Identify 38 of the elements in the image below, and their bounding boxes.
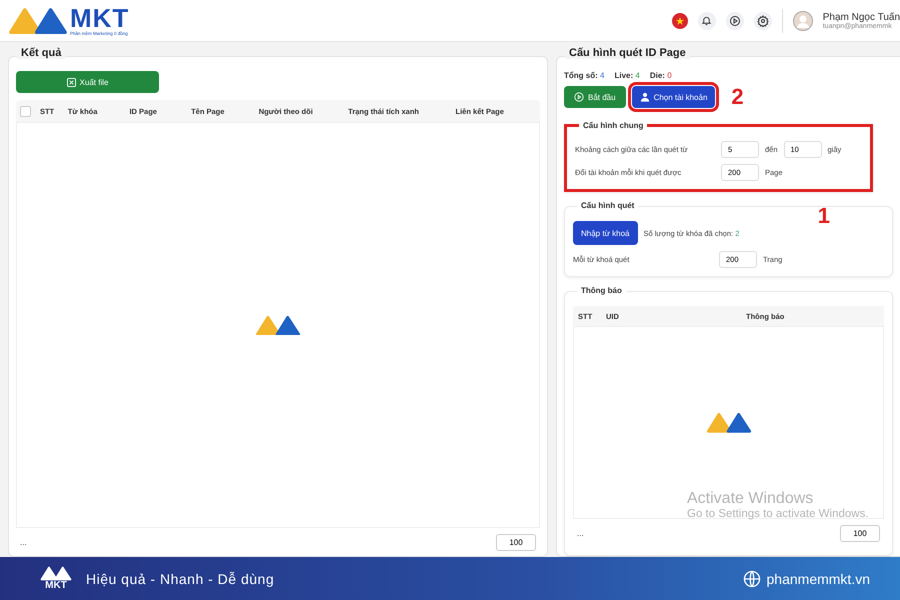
user-name: Phạm Ngọc Tuấn <box>822 12 900 22</box>
logo-icon <box>8 7 68 34</box>
annotation-number: 1 <box>818 203 830 229</box>
user-icon <box>640 92 650 102</box>
panel-title: Kết quả <box>17 47 66 59</box>
pagination-text: ... <box>577 528 584 538</box>
card-title: Cấu hình chung <box>579 121 648 130</box>
page-size-field[interactable]: 100 <box>840 524 880 542</box>
flag-icon[interactable] <box>672 12 688 28</box>
panel-title: Cấu hình quét ID Page <box>565 47 690 59</box>
checkbox[interactable] <box>20 106 31 116</box>
play-icon[interactable] <box>726 12 744 30</box>
banner-logo-icon <box>40 566 72 581</box>
choose-account-button[interactable]: Chọn tài khoản <box>632 86 716 108</box>
card-title: Thông báo <box>577 286 626 295</box>
start-button[interactable]: Bắt đầu <box>564 86 626 108</box>
page-size-field[interactable]: 100 <box>496 534 536 550</box>
globe-icon <box>742 570 761 588</box>
settings-icon[interactable] <box>754 12 772 30</box>
empty-logo-icon <box>706 412 752 433</box>
keyword-button[interactable]: Nhập từ khoá <box>573 221 638 245</box>
slogan: Hiệu quả - Nhanh - Dễ dùng <box>86 570 274 586</box>
watermark-text: Go to Settings to activate Windows. <box>687 508 869 520</box>
watermark-title: Activate Windows <box>687 490 814 508</box>
card-title: Cấu hình quét <box>577 201 638 210</box>
bell-icon[interactable] <box>698 12 716 30</box>
stat-label: Live: 4 <box>614 71 640 80</box>
export-button[interactable]: Xuất file <box>16 71 159 93</box>
logo-text: MKT <box>70 5 130 31</box>
annotation-number: 2 <box>731 84 744 110</box>
stat-label: Tổng số: 4 <box>564 71 604 80</box>
spreadsheet-icon <box>66 78 76 86</box>
stat-label: Die: 0 <box>650 71 672 80</box>
banner-logo-text: MKT <box>45 580 67 591</box>
empty-logo-icon <box>255 314 301 336</box>
pagination-text: ... <box>20 538 27 546</box>
website-link[interactable]: phanmemmkt.vn <box>766 570 870 586</box>
play-icon <box>574 92 584 102</box>
